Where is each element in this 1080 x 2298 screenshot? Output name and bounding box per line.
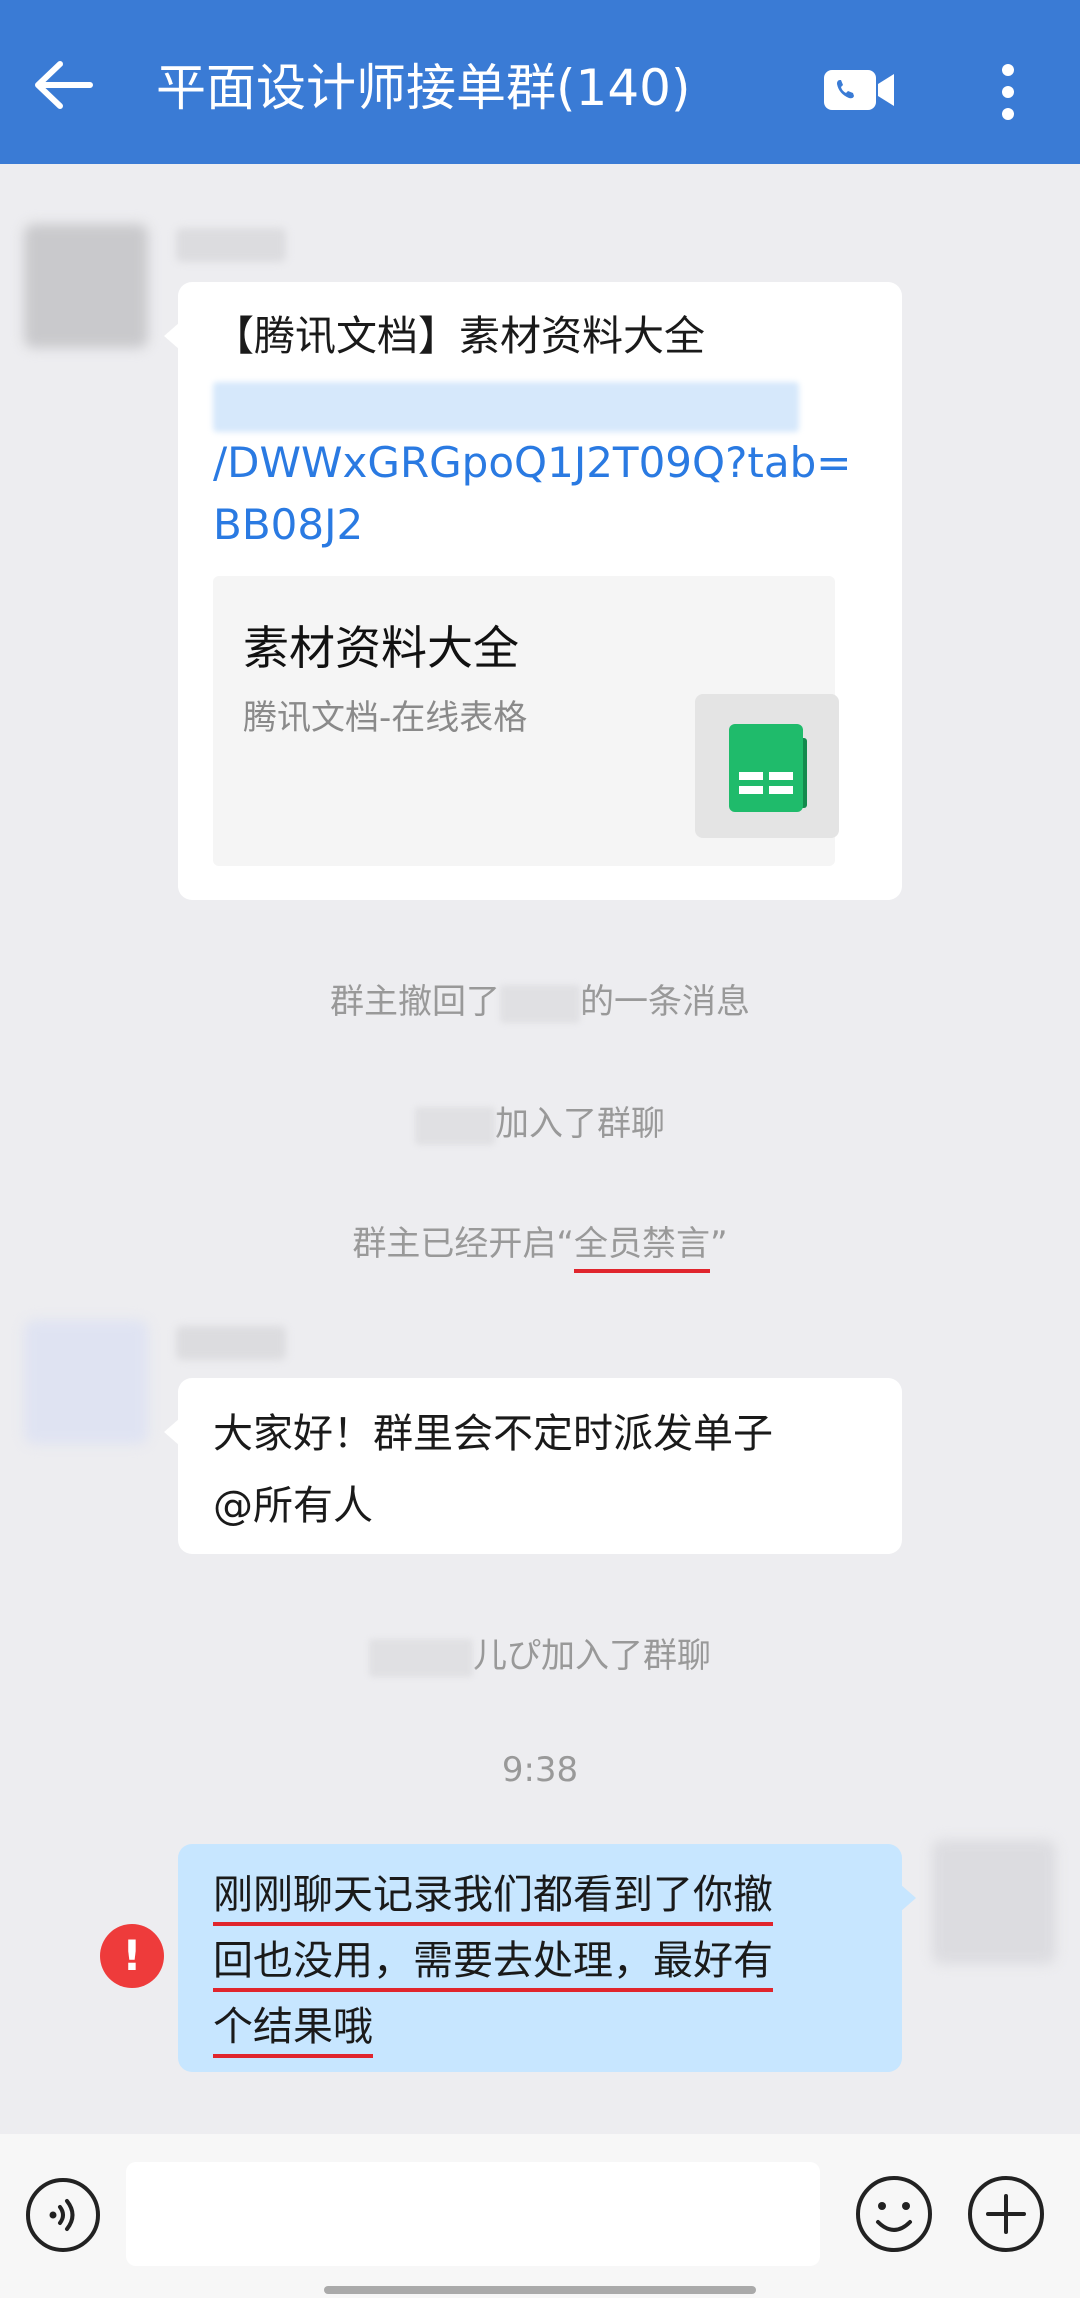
input-bar [0,2134,1080,2298]
my-message-bubble[interactable]: 刚刚聊天记录我们都看到了你撤 回也没用，需要去处理，最好有 个结果哦 [178,1844,916,2072]
timestamp: 9:38 [501,1750,579,1790]
doc-share-text: 【腾讯文档】素材资料大全 [213,312,705,360]
mute-highlight: 全员禁言 [574,1224,710,1264]
message-input[interactable] [126,2162,820,2266]
my-avatar[interactable] [932,1840,1056,1964]
link-blurred [213,382,799,432]
voice-button[interactable] [24,2176,102,2254]
system-join-notice: 加入了群聊 [0,1102,1080,1146]
plus-icon [968,2176,1044,2252]
recall-suffix: 的一条消息 [580,982,750,1022]
card-subtitle: 腾讯文档-在线表格 [243,698,528,738]
emoji-button[interactable] [854,2174,934,2254]
blurred-name [500,984,580,1023]
chat-header: 平面设计师接单群(140) [0,0,1080,164]
doc-card[interactable]: 素材资料大全 腾讯文档-在线表格 [213,576,839,866]
join-suffix: 加入了群聊 [495,1104,665,1144]
emoji-icon [856,2176,932,2252]
send-failed-icon[interactable]: ! [100,1924,164,1988]
spreadsheet-icon [729,724,807,812]
mute-prefix: 群主已经开启“ [352,1224,574,1264]
sender-name [176,1326,286,1360]
doc-share-bubble[interactable]: 【腾讯文档】素材资料大全 /DWWxGRGpoQ1J2T09Q?tab=BB08… [164,282,902,900]
announcement-line2: @所有人 [213,1483,373,1529]
system-mute-notice: 群主已经开启“全员禁言” [0,1222,1080,1266]
plus-button[interactable] [966,2174,1046,2254]
voice-icon [26,2178,100,2252]
announcement-line1: 大家好！群里会不定时派发单子 [213,1411,773,1457]
sender-name [176,228,286,262]
my-message-line2: 回也没用，需要去处理，最好有 [213,1938,773,1984]
avatar[interactable] [24,1320,148,1444]
mute-suffix: ” [710,1224,728,1264]
more-vertical-icon [1002,64,1014,120]
video-call-button[interactable] [822,66,898,114]
arrow-left-icon [35,61,93,109]
chat-title: 平面设计师接单群(140) [156,59,691,117]
announcement-bubble[interactable]: 大家好！群里会不定时派发单子 @所有人 [164,1378,902,1554]
my-message-line3: 个结果哦 [213,2004,373,2050]
avatar[interactable] [24,224,148,348]
home-indicator[interactable] [324,2286,756,2294]
back-button[interactable] [30,58,96,112]
recall-prefix: 群主撤回了 [330,982,500,1022]
blurred-name [415,1106,495,1145]
blurred-name [369,1638,473,1677]
chat-area[interactable]: 【腾讯文档】素材资料大全 /DWWxGRGpoQ1J2T09Q?tab=BB08… [0,164,1080,2134]
system-join-notice-2: 儿ぴ加入了群聊 [0,1634,1080,1678]
card-title: 素材资料大全 [243,621,519,675]
doc-link[interactable]: /DWWxGRGpoQ1J2T09Q?tab=BB08J2 [213,432,853,556]
system-recall-notice: 群主撤回了 的一条消息 [0,980,1080,1024]
card-thumbnail [695,694,839,838]
video-call-icon [824,70,894,110]
join2-suffix: 儿ぴ加入了群聊 [473,1636,711,1676]
my-message-line1: 刚刚聊天记录我们都看到了你撤 [213,1872,773,1918]
more-button[interactable] [996,62,1020,122]
